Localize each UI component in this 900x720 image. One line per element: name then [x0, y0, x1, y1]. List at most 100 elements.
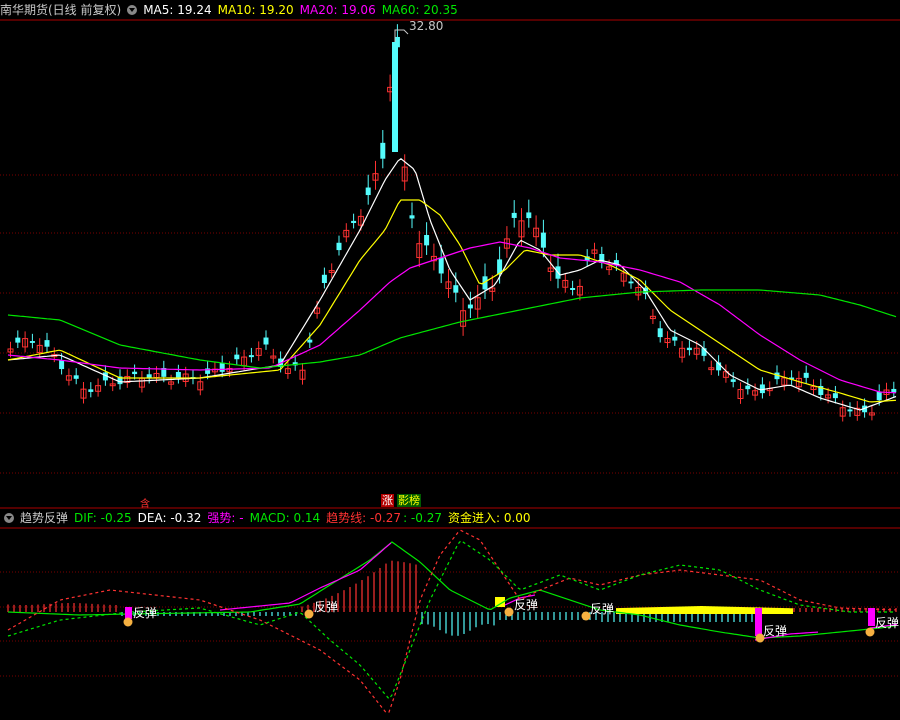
- fund-bar: [649, 607, 652, 614]
- fund-bar: [745, 607, 748, 614]
- fund-bar: [658, 607, 661, 614]
- candle-body: [540, 232, 546, 248]
- main-header: 南华期货(日线 前复权) MA5: 19.24 MA10: 19.20 MA20: 1…: [0, 0, 900, 20]
- ma60-line: [7, 289, 897, 369]
- strong-marker: [755, 608, 762, 636]
- candle-body: [175, 371, 181, 379]
- fund-bar: [646, 607, 649, 614]
- ma20-label: MA20: 19.06: [299, 3, 376, 17]
- fund-bar: [748, 607, 751, 614]
- hand-icon: [304, 609, 314, 619]
- fund-bar: [751, 607, 754, 614]
- candle-body: [745, 385, 751, 390]
- fund-bar: [733, 606, 736, 614]
- dropdown-icon[interactable]: [4, 513, 14, 523]
- fund-bar: [694, 606, 697, 614]
- dropdown-icon[interactable]: [127, 5, 138, 15]
- fund-bar: [712, 606, 715, 614]
- fund-bar: [673, 606, 676, 614]
- yingbang-marker: 影榜: [397, 494, 421, 507]
- fund-bar: [736, 606, 739, 614]
- candle-body: [570, 287, 576, 290]
- fund-bar: [727, 606, 730, 614]
- candle-body: [672, 336, 678, 341]
- candle-body: [29, 341, 35, 343]
- candle-body: [234, 354, 240, 360]
- fund-bar: [670, 606, 673, 614]
- fund-bar: [784, 608, 787, 614]
- candle-body: [321, 274, 327, 283]
- candle-body: [44, 340, 50, 347]
- fund-bar: [679, 606, 682, 614]
- fund-bar: [688, 606, 691, 614]
- fund-bar: [640, 607, 643, 614]
- main-title: 南华期货(日线 前复权): [0, 3, 122, 17]
- fund-bar: [721, 606, 724, 614]
- fund-bar: [685, 606, 688, 614]
- candle-body: [307, 339, 313, 343]
- rebound-label: 反弹: [763, 624, 788, 638]
- candle-body: [248, 355, 254, 358]
- fund-bar: [631, 607, 634, 614]
- fund-bar: [697, 606, 700, 614]
- candle-body: [392, 42, 398, 152]
- indicator-title: 趋势反弹: [20, 511, 69, 525]
- candle-body: [876, 391, 882, 401]
- fund-bar: [790, 608, 793, 614]
- candle-body: [657, 328, 663, 338]
- fund-bar: [667, 606, 670, 614]
- candle-body: [686, 347, 692, 351]
- small-marker: 含: [140, 499, 150, 510]
- fund-bar: [661, 606, 664, 614]
- fund-bar: [787, 608, 790, 614]
- candle-body: [365, 187, 371, 196]
- candle-body: [832, 393, 838, 399]
- zhang-marker: 涨: [381, 494, 394, 507]
- fund-bar: [709, 606, 712, 614]
- hand-icon: [865, 627, 875, 637]
- rebound-label: 反弹: [590, 602, 615, 616]
- candle-body: [891, 388, 897, 393]
- strong-marker: [125, 607, 132, 619]
- rebound-label: 反弹: [875, 616, 900, 630]
- fund-bar: [769, 607, 772, 614]
- hand-icon: [123, 617, 133, 627]
- rebound-label: 反弹: [314, 600, 339, 614]
- fund-bar: [700, 606, 703, 614]
- dea-label: DEA: -0.32: [137, 511, 202, 525]
- candle-body: [219, 362, 225, 372]
- candle-body: [15, 337, 21, 343]
- fund-bar: [643, 607, 646, 614]
- dif-label: DIF: -0.25: [74, 511, 132, 525]
- rebound-label: 反弹: [514, 598, 539, 612]
- candle-body: [380, 142, 386, 159]
- fund-bar: [772, 607, 775, 614]
- candle-body: [424, 235, 430, 246]
- fund-bar: [724, 606, 727, 614]
- ma60-label: MA60: 20.35: [381, 3, 458, 17]
- candle-body: [88, 389, 94, 392]
- fund-bar: [775, 607, 778, 614]
- ma5-line: [7, 158, 897, 411]
- high-price-label: 32.80: [409, 19, 444, 33]
- ma20-line: [7, 241, 897, 394]
- fund-bar: [763, 607, 766, 614]
- fund-bar: [691, 606, 694, 614]
- fund-bar: [655, 607, 658, 614]
- strong-label: 强势: -: [207, 511, 244, 525]
- fund-bar: [739, 606, 742, 614]
- fund-bar: [715, 606, 718, 614]
- candle-body: [263, 337, 269, 345]
- fund-bar: [766, 607, 769, 614]
- fund-bar: [703, 606, 706, 614]
- fund-bar: [730, 606, 733, 614]
- chart-stage[interactable]: 南华期货(日线 前复权) MA5: 19.24 MA10: 19.20 MA20: 1…: [0, 0, 900, 720]
- candle-body: [803, 372, 809, 378]
- candle-body: [847, 409, 853, 412]
- hand-icon: [504, 607, 514, 617]
- fund-bar: [742, 607, 745, 614]
- trend2-label: : -0.27: [403, 511, 442, 525]
- fund-bar: [634, 607, 637, 614]
- sub-header: 趋势反弹 DIF: -0.25 DEA: -0.32 强势: - MACD: 0.14 趋…: [0, 508, 900, 528]
- ma5-label: MA5: 19.24: [143, 3, 212, 17]
